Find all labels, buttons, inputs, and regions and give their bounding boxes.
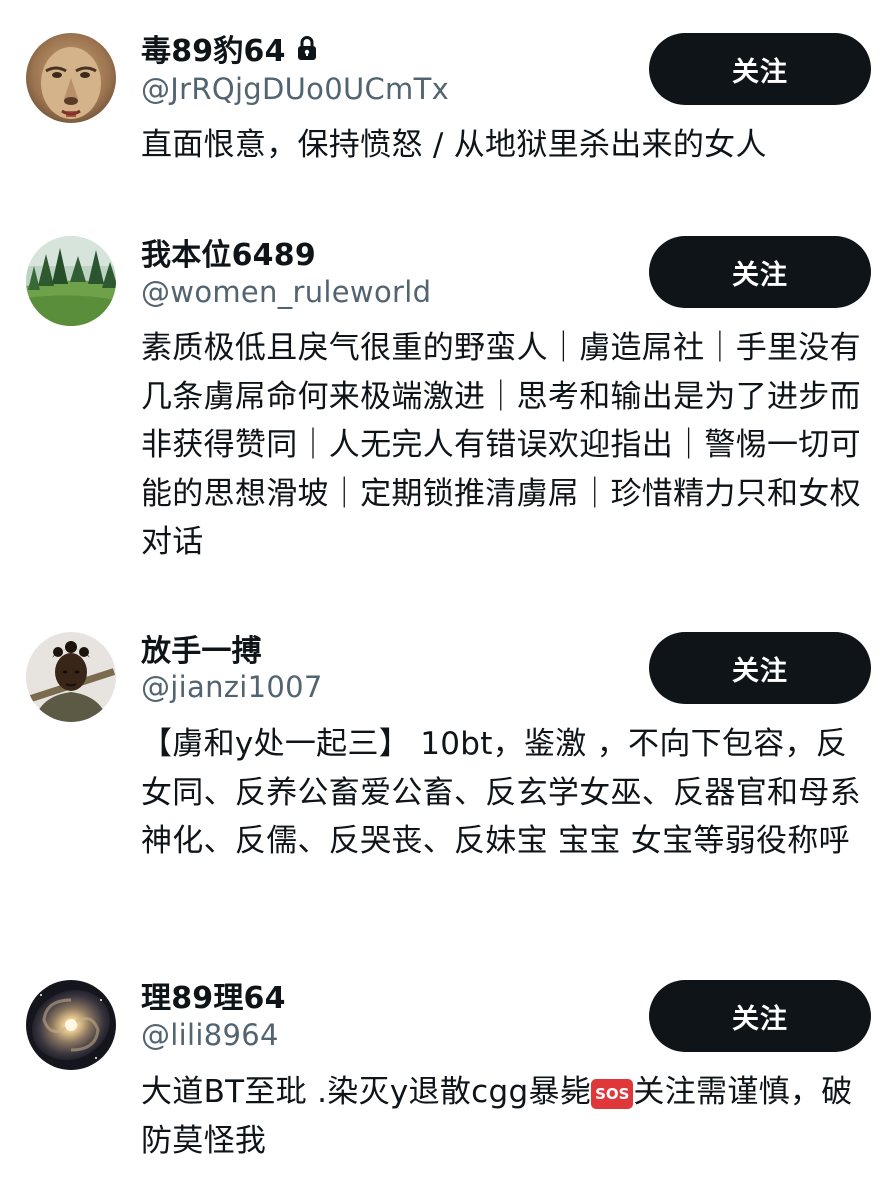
user-display-name[interactable]: 理89理64 bbox=[141, 973, 286, 1017]
user-avatar[interactable] bbox=[26, 980, 116, 1070]
follow-button[interactable]: 关注 bbox=[649, 236, 871, 308]
sos-icon: SOS bbox=[591, 1079, 634, 1109]
user-display-name[interactable]: 毒89豹64 bbox=[141, 26, 286, 70]
user-avatar[interactable] bbox=[26, 33, 116, 123]
user-handle[interactable]: @women_ruleworld bbox=[141, 275, 431, 309]
user-bio: 大道BT至玭 .染灭y退散cgg暴毙 SOS 关注需谨慎，破防莫怪我 bbox=[141, 1068, 871, 1165]
user-display-name[interactable]: 我本位6489 bbox=[141, 230, 316, 274]
follow-button[interactable]: 关注 bbox=[649, 632, 871, 704]
user-name-row: 毒89豹64 bbox=[141, 26, 318, 70]
user-bio: 直面恨意，保持愤怒 / 从地狱里杀出来的女人 bbox=[141, 127, 767, 163]
warrior-portrait-icon bbox=[26, 632, 116, 722]
user-avatar[interactable] bbox=[26, 632, 116, 722]
user-display-name[interactable]: 放手一搏 bbox=[141, 626, 262, 670]
lioness-face-icon bbox=[26, 33, 116, 123]
follow-button[interactable]: 关注 bbox=[649, 33, 871, 105]
forest-meadow-icon bbox=[26, 236, 116, 326]
spiral-galaxy-icon bbox=[26, 980, 116, 1070]
user-handle[interactable]: @JrRQjgDUo0UCmTx bbox=[141, 72, 449, 106]
user-handle[interactable]: @jianzi1007 bbox=[141, 670, 323, 704]
user-name-row: 我本位6489 bbox=[141, 230, 316, 274]
user-bio: 素质极低且戾气很重的野蛮人｜虜造屌社｜手里没有几条虜屌命何来极端激进｜思考和输出… bbox=[141, 330, 861, 560]
user-name-row: 理89理64 bbox=[141, 973, 286, 1017]
bio-text: 大道BT至玭 .染灭y退散cgg暴毙 bbox=[141, 1074, 592, 1110]
user-bio: 【虜和y处一起三】 10bt，鉴激 ，不向下包容，反女同、反养公畜爱公畜、反玄学… bbox=[141, 726, 861, 859]
user-avatar[interactable] bbox=[26, 236, 116, 326]
user-name-row: 放手一搏 bbox=[141, 626, 262, 670]
user-handle[interactable]: @lili8964 bbox=[141, 1018, 279, 1052]
follow-button[interactable]: 关注 bbox=[649, 980, 871, 1052]
lock-icon bbox=[297, 36, 316, 60]
